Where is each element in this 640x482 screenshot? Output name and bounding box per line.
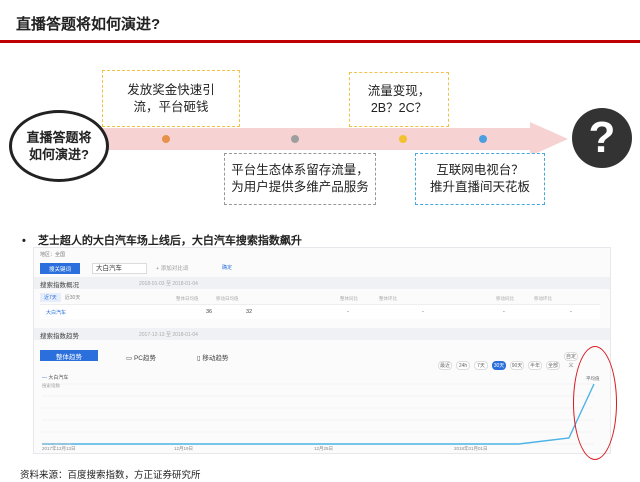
bullet-point: • 芝士超人的大白汽车场上线后，大白汽车搜索指数飙升 bbox=[22, 232, 302, 248]
row-overall-yoy: - bbox=[347, 309, 349, 315]
stage-box-2: 平台生态体系留存流量， 为用户提供多维产品服务 bbox=[224, 153, 376, 205]
question-mark-icon: ? bbox=[572, 108, 632, 168]
stage-box-4: 互联网电视台？ 推升直播间天花板 bbox=[415, 153, 545, 205]
trend-chart bbox=[42, 383, 595, 445]
series-line bbox=[42, 383, 595, 445]
baidu-index-screenshot: 地区：全国 搜关键词 大白汽车 + 添加对比词 确定 搜索指数概况 2018-0… bbox=[33, 247, 611, 454]
range-option[interactable]: 半年 bbox=[528, 361, 542, 370]
col-overall-yoy: 整体同比 bbox=[340, 296, 358, 301]
stage-3-line2: 2B？2C？ bbox=[370, 100, 428, 115]
period-tabs: 近7天 近30天 bbox=[40, 293, 84, 302]
col-overall-avg: 整体日均值 bbox=[176, 296, 199, 301]
row-overall-avg: 36 bbox=[206, 309, 213, 315]
overall-trend-button[interactable]: 整体趋势 bbox=[40, 350, 98, 361]
add-compare-link[interactable]: + 添加对比词 bbox=[156, 264, 188, 272]
stage-1-line1: 发放奖金快速引 bbox=[127, 82, 215, 97]
x-tick-label: 2017年12月13日 bbox=[42, 446, 76, 451]
title-divider bbox=[0, 40, 640, 43]
keyword-search-button[interactable]: 搜关键词 bbox=[40, 263, 80, 274]
stage-4-line2: 推升直播间天花板 bbox=[429, 180, 530, 194]
pc-trend-toggle[interactable]: ▭ PC趋势 bbox=[126, 352, 156, 362]
timeline-arrow-head bbox=[530, 122, 568, 156]
pc-trend-label: PC趋势 bbox=[133, 355, 156, 362]
mobile-trend-label: 移动趋势 bbox=[202, 355, 229, 362]
range-option-active[interactable]: 30天 bbox=[492, 361, 506, 370]
overview-header: 搜索指数概况 2018-01-03 至 2018-01-04 bbox=[34, 277, 610, 289]
col-overall-mom: 整体环比 bbox=[379, 296, 397, 301]
x-tick-label: 2018年01月01日 bbox=[454, 446, 488, 451]
start-question-line1: 直播答题将 bbox=[26, 130, 92, 145]
range-option[interactable]: 7天 bbox=[474, 361, 488, 370]
range-option[interactable]: 90天 bbox=[510, 361, 524, 370]
row-mobile-yoy: - bbox=[503, 309, 505, 315]
range-option[interactable]: 24h bbox=[456, 361, 470, 370]
keyword-input[interactable]: 大白汽车 bbox=[92, 263, 147, 274]
col-mobile-yoy: 移动同比 bbox=[496, 296, 514, 301]
tab-7-days[interactable]: 近7天 bbox=[40, 293, 61, 302]
stage-3-line1: 流量变现， bbox=[367, 83, 431, 98]
page-title: 直播答题将如何演进? bbox=[16, 16, 161, 33]
trend-header: 搜索指数趋势 2017-12-13 至 2018-01-04 bbox=[34, 328, 610, 340]
range-selector: 最近 24h 7天 30天 90天 半年 全部自定义 bbox=[438, 352, 582, 370]
stage-dot-4 bbox=[479, 135, 487, 143]
stage-dot-3 bbox=[399, 135, 407, 143]
overview-title: 搜索指数概况 bbox=[40, 282, 79, 289]
row-overall-mom: - bbox=[422, 309, 424, 315]
range-option[interactable]: 自定义 bbox=[564, 352, 578, 369]
start-question-line2: 如何演进? bbox=[29, 147, 89, 162]
row-mobile-mom: - bbox=[570, 309, 572, 315]
stage-2-line1: 平台生态体系留存流量， bbox=[231, 163, 369, 177]
highlight-ellipse bbox=[573, 346, 617, 460]
row-keyword[interactable]: 大白汽车 bbox=[46, 309, 66, 316]
col-mobile-avg: 移动日均值 bbox=[216, 296, 239, 301]
confirm-link[interactable]: 确定 bbox=[222, 264, 232, 271]
row-mobile-avg: 32 bbox=[246, 309, 253, 315]
trend-title: 搜索指数趋势 bbox=[40, 333, 79, 340]
stage-1-line2: 流，平台砸钱 bbox=[133, 99, 209, 114]
region-crumb: 地区：全国 bbox=[40, 252, 66, 258]
trend-date: 2017-12-13 至 2018-01-04 bbox=[139, 332, 198, 338]
stage-dot-2 bbox=[291, 135, 299, 143]
stage-4-line1: 互联网电视台？ bbox=[436, 163, 524, 177]
col-mobile-mom: 移动环比 bbox=[534, 296, 552, 301]
stage-box-1: 发放奖金快速引 流，平台砸钱 bbox=[102, 70, 240, 127]
bullet-text: 芝士超人的大白汽车场上线后，大白汽车搜索指数飙升 bbox=[37, 235, 302, 247]
stage-dot-1 bbox=[162, 135, 170, 143]
stage-2-line2: 为用户提供多维产品服务 bbox=[231, 180, 369, 194]
bullet-marker: • bbox=[22, 235, 26, 247]
table-row: 大白汽车 36 32 - - - - bbox=[40, 304, 600, 319]
start-question-node: 直播答题将 如何演进? bbox=[9, 110, 109, 182]
timeline-arrow-shaft bbox=[92, 128, 532, 150]
source-note: 资料来源：百度搜索指数，方正证券研究所 bbox=[20, 470, 201, 481]
tab-30-days[interactable]: 近30天 bbox=[61, 293, 85, 302]
x-tick-label: 12月25日 bbox=[314, 446, 334, 451]
overview-date: 2018-01-03 至 2018-01-04 bbox=[139, 281, 198, 287]
stage-box-3: 流量变现， 2B？2C？ bbox=[349, 72, 449, 127]
range-option[interactable]: 全部 bbox=[546, 361, 560, 370]
x-tick-label: 12月19日 bbox=[174, 446, 194, 451]
mobile-trend-toggle[interactable]: ▯ 移动趋势 bbox=[197, 352, 228, 362]
range-option[interactable]: 最近 bbox=[438, 361, 452, 370]
